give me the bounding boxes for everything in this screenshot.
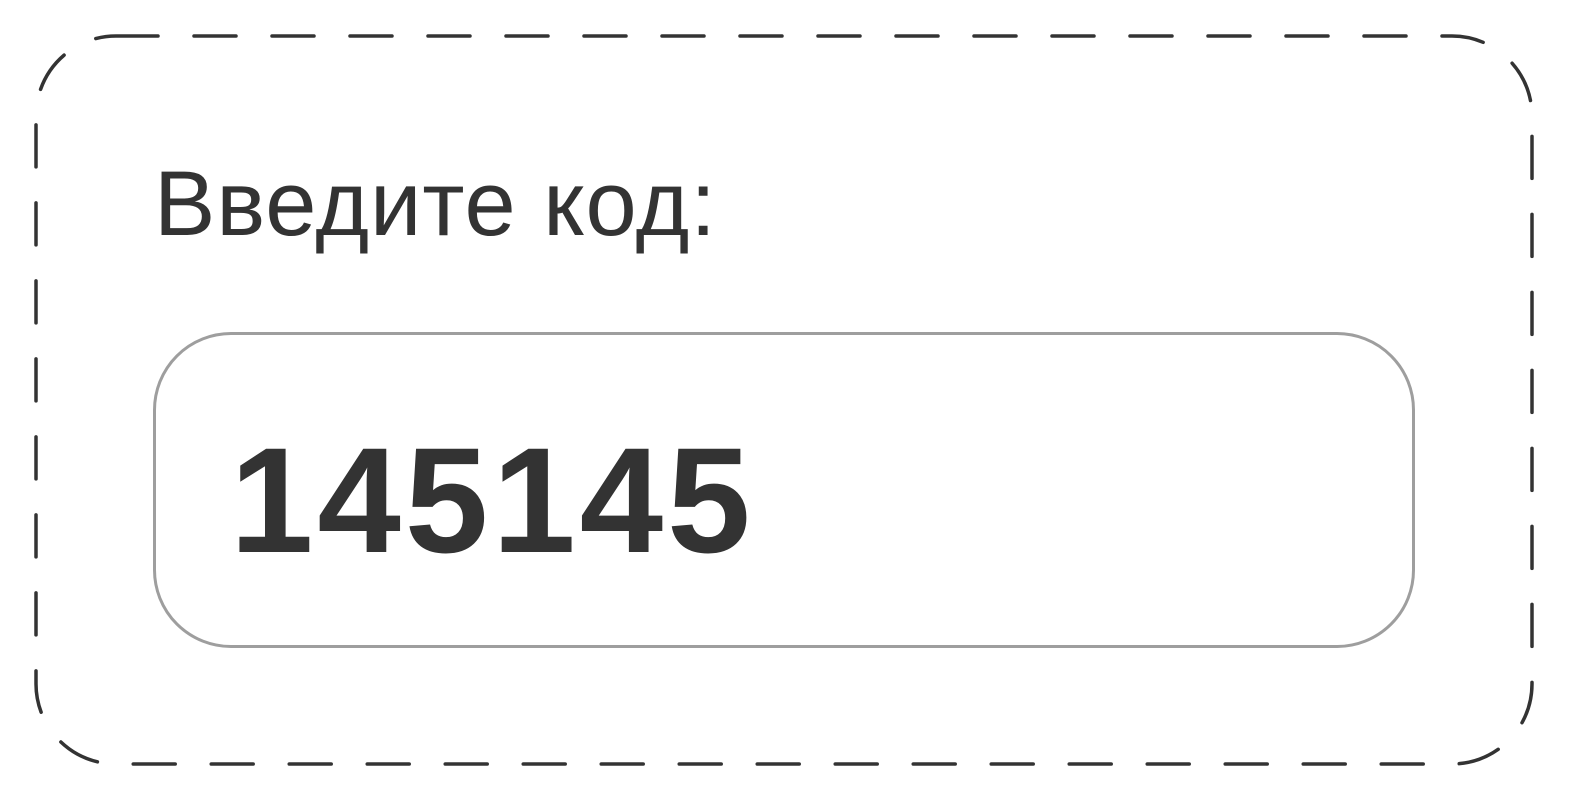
code-value: 145145 <box>230 416 755 584</box>
code-input-field[interactable]: 145145 <box>153 332 1415 648</box>
code-card: Введите код: 145145 <box>0 0 1576 804</box>
code-prompt-label: Введите код: <box>154 153 717 255</box>
